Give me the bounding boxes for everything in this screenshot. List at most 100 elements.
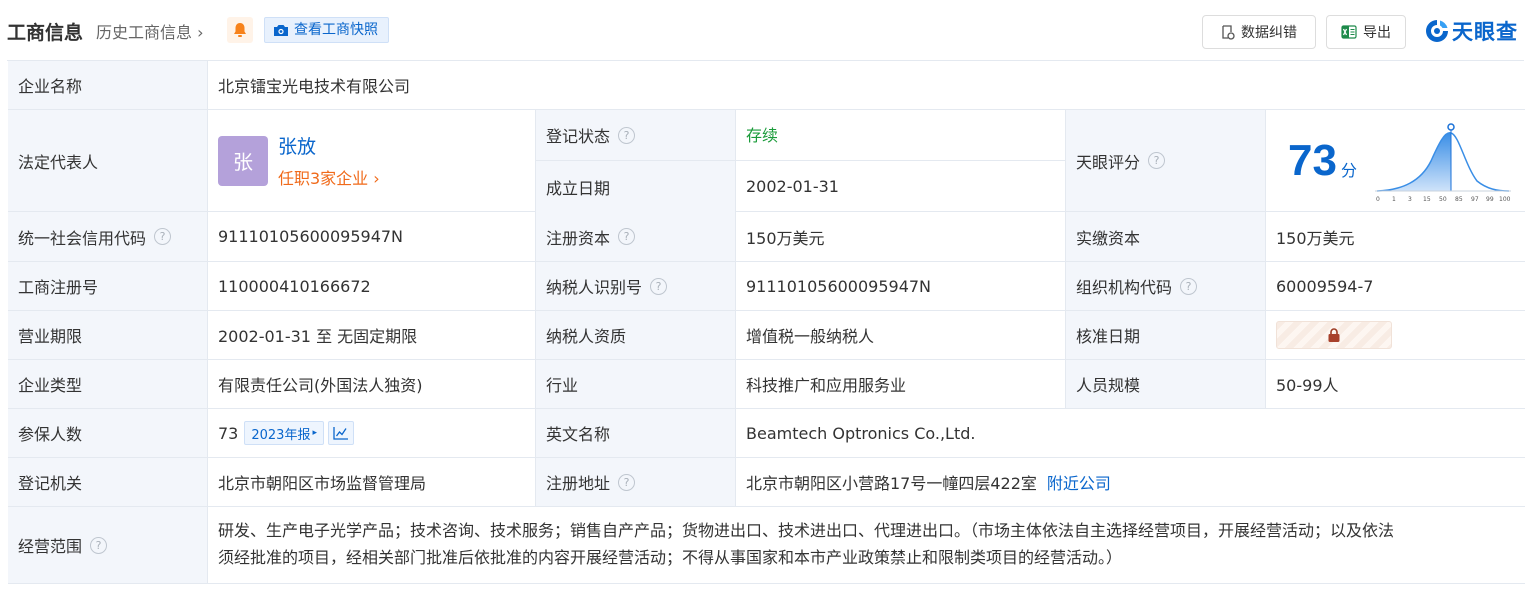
reg-capital-label: 注册资本? xyxy=(536,212,736,261)
legal-rep-info: 张放 任职3家企业 › xyxy=(278,132,380,189)
company-type-label: 企业类型 xyxy=(8,360,208,408)
legal-rep-value: 张 张放 任职3家企业 › xyxy=(208,110,536,211)
taxpayer-id-label: 纳税人识别号? xyxy=(536,262,736,310)
staff-size-text: 50-99人 xyxy=(1276,376,1339,395)
industry-text: 科技推广和应用服务业 xyxy=(746,376,907,395)
taxpayer-qual-label: 纳税人资质 xyxy=(536,311,736,359)
row-company-type: 企业类型 有限责任公司(外国法人独资) 行业 科技推广和应用服务业 人员规模 5… xyxy=(8,360,1525,409)
company-type-value: 有限责任公司(外国法人独资) xyxy=(208,360,536,408)
reg-capital-text: 150万美元 xyxy=(746,228,825,248)
tick-50: 50 xyxy=(1439,196,1447,203)
locked-value-button[interactable] xyxy=(1276,321,1392,349)
english-name-label-text: 英文名称 xyxy=(546,425,611,444)
staff-size-label: 人员规模 xyxy=(1066,360,1266,408)
insured-value: 73 2023年报 ▸ xyxy=(208,409,536,457)
business-scope-line-2: 须经批准的项目，经相关部门批准后依批准的内容开展经营活动；不得从事国家和本市产业… xyxy=(218,548,1123,567)
score-distribution-chart: 0 1 3 15 50 85 97 99 100 xyxy=(1374,122,1511,203)
help-icon[interactable]: ? xyxy=(1148,152,1166,169)
tianyan-score-label: 天眼评分? xyxy=(1066,110,1266,211)
paid-capital-label-text: 实缴资本 xyxy=(1076,228,1141,248)
tianyan-score-value[interactable]: 73 分 0 1 3 15 50 85 97 99 100 xyxy=(1266,110,1525,211)
approval-date-value xyxy=(1266,311,1525,359)
taxpayer-id-label-text: 纳税人识别号 xyxy=(546,278,643,297)
help-icon[interactable]: ? xyxy=(650,277,668,295)
help-icon[interactable]: ? xyxy=(618,473,636,491)
lock-icon xyxy=(1328,328,1340,342)
tick-100: 100 xyxy=(1499,196,1511,203)
taxpayer-id-text: 91110105600095947N xyxy=(746,276,932,296)
row-business-term: 营业期限 2002-01-31 至 无固定期限 纳税人资质 增值税一般纳税人 核… xyxy=(8,311,1525,360)
row-company-name: 企业名称 北京镭宝光电技术有限公司 xyxy=(8,61,1525,110)
reg-number-label: 工商注册号 xyxy=(8,262,208,310)
view-snapshot-label: 查看工商快照 xyxy=(294,22,378,38)
history-info-link[interactable]: 历史工商信息 › xyxy=(96,19,204,43)
credit-code-value: 91110105600095947N xyxy=(208,212,536,261)
tick-15: 15 xyxy=(1423,196,1431,203)
english-name-value: Beamtech Optronics Co.,Ltd. xyxy=(736,409,1525,457)
staff-size-value: 50-99人 xyxy=(1266,360,1525,408)
business-scope-label-text: 经营范围 xyxy=(18,537,83,556)
export-button[interactable]: 导出 xyxy=(1326,15,1406,49)
insured-count: 73 xyxy=(218,423,239,443)
chevron-right-icon: › xyxy=(373,169,380,188)
org-code-label: 组织机构代码? xyxy=(1066,262,1266,310)
help-icon[interactable]: ? xyxy=(1180,277,1198,295)
tick-97: 97 xyxy=(1471,196,1479,203)
trend-chart-button[interactable] xyxy=(327,421,354,445)
tick-85: 85 xyxy=(1455,196,1463,203)
established-value: 2002-01-31 xyxy=(736,161,1066,212)
avatar-char: 张 xyxy=(233,150,253,174)
nearby-companies-link[interactable]: 附近公司 xyxy=(1047,470,1111,494)
tick-3: 3 xyxy=(1408,196,1412,203)
annual-report-badge[interactable]: 2023年报 ▸ xyxy=(244,421,324,445)
help-icon[interactable]: ? xyxy=(618,228,636,245)
business-info-table: 企业名称 北京镭宝光电技术有限公司 法定代表人 张 张放 任职3家企业 › 登记… xyxy=(7,60,1525,584)
caret-right-icon: ▸ xyxy=(312,428,317,438)
help-icon[interactable]: ? xyxy=(154,228,172,245)
reg-authority-label: 登记机关 xyxy=(8,458,208,506)
industry-label: 行业 xyxy=(536,360,736,408)
avatar[interactable]: 张 xyxy=(218,135,268,186)
reg-number-label-text: 工商注册号 xyxy=(18,278,99,297)
reg-capital-label-text: 注册资本 xyxy=(546,228,611,248)
company-type-text: 有限责任公司(外国法人独资) xyxy=(218,376,423,395)
business-scope-label: 经营范围? xyxy=(8,507,208,583)
reg-address-value: 北京市朝阳区小营路17号一幢四层422室 附近公司 xyxy=(736,458,1525,506)
row-credit-code: 统一社会信用代码? 91110105600095947N 注册资本? 150万美… xyxy=(8,212,1525,262)
data-correction-button[interactable]: 数据纠错 xyxy=(1202,15,1316,49)
score-axis-ticks: 0 1 3 15 50 85 97 99 100 xyxy=(1376,196,1511,203)
insured-label: 参保人数 xyxy=(8,409,208,457)
reg-number-text: 110000410166672 xyxy=(218,276,371,296)
tianyancha-logo: 天眼查 xyxy=(1424,16,1518,46)
english-name-label: 英文名称 xyxy=(536,409,736,457)
credit-code-text: 91110105600095947N xyxy=(218,227,404,246)
credit-code-label-text: 统一社会信用代码 xyxy=(18,228,147,248)
reg-status-text: 存续 xyxy=(746,126,779,145)
reg-address-label: 注册地址? xyxy=(536,458,736,506)
row-insured: 参保人数 73 2023年报 ▸ 英文名称 Beamtech Optronics … xyxy=(8,409,1525,458)
reg-number-value: 110000410166672 xyxy=(208,262,536,310)
help-icon[interactable]: ? xyxy=(90,536,108,554)
reg-address-label-text: 注册地址 xyxy=(546,474,611,493)
org-code-text: 60009594-7 xyxy=(1276,276,1374,296)
row-legal-rep: 法定代表人 张 张放 任职3家企业 › 登记状态? 存续 成立日期 2002-0… xyxy=(8,110,1525,212)
legal-rep-positions-link[interactable]: 任职3家企业 › xyxy=(278,165,380,189)
established-label: 成立日期 xyxy=(536,161,736,212)
business-term-value: 2002-01-31 至 无固定期限 xyxy=(208,311,536,359)
help-icon[interactable]: ? xyxy=(618,126,636,144)
legal-rep-name-link[interactable]: 张放 xyxy=(278,132,380,159)
section-header: 工商信息 历史工商信息 › 查看工商快照 数据纠错 导出 天眼查 xyxy=(0,0,1525,60)
bell-icon xyxy=(234,23,246,37)
bell-button[interactable] xyxy=(227,17,253,43)
tick-1: 1 xyxy=(1392,196,1396,203)
reg-status-label: 登记状态? xyxy=(536,110,736,161)
business-term-text: 2002-01-31 至 无固定期限 xyxy=(218,327,418,346)
business-scope-value: 研发、生产电子光学产品；技术咨询、技术服务；销售自产产品；货物进出口、技术进出口… xyxy=(208,507,1525,583)
company-name-label-text: 企业名称 xyxy=(18,77,83,96)
paid-capital-text: 150万美元 xyxy=(1276,228,1355,248)
insured-label-text: 参保人数 xyxy=(18,425,83,444)
paid-capital-label: 实缴资本 xyxy=(1066,212,1266,261)
company-type-label-text: 企业类型 xyxy=(18,376,83,395)
view-snapshot-button[interactable]: 查看工商快照 xyxy=(264,17,389,43)
industry-label-text: 行业 xyxy=(546,376,579,395)
